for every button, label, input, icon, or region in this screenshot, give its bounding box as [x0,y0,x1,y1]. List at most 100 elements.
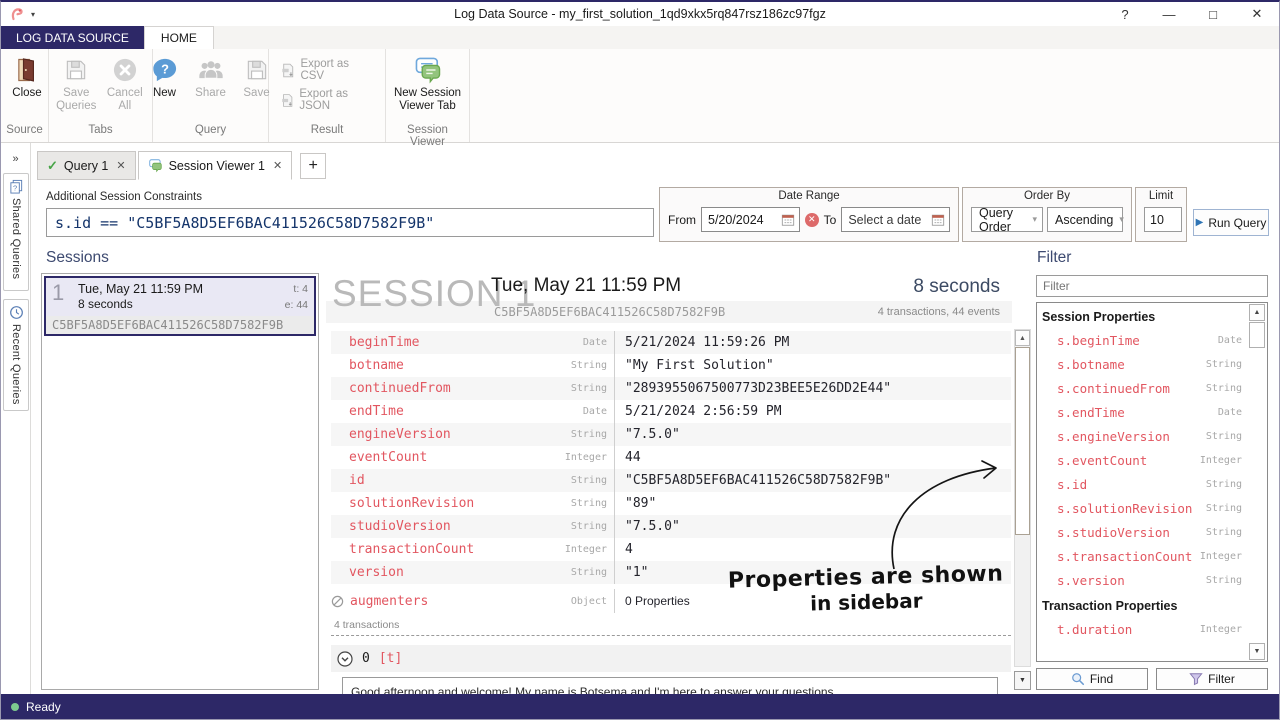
help-button[interactable]: ? [1103,2,1147,26]
constraints-input[interactable] [46,208,654,237]
session-detail-duration: 8 seconds [913,276,1000,298]
maximize-button[interactable]: □ [1191,2,1235,26]
add-tab-button[interactable]: + [300,153,326,179]
property-row: continuedFromString"2893955067500773D23B… [331,377,1011,400]
export-json-button[interactable]: Export as JSON [281,88,373,112]
filter-input[interactable] [1036,275,1268,297]
close-tab-icon[interactable]: ✕ [273,159,282,172]
from-date-input[interactable]: 5/20/2024 [701,207,800,232]
export-csv-button[interactable]: Export as CSV [281,58,373,82]
close-button[interactable]: Close [5,52,49,103]
cancel-all-button[interactable]: Cancel All [102,52,149,116]
property-row: solutionRevisionString"89" [331,492,1011,515]
calendar-icon[interactable] [931,213,945,227]
filter-property-row[interactable]: s.botnameString [1037,352,1267,376]
filter-property-row[interactable]: s.engineVersionString [1037,424,1267,448]
share-query-button[interactable]: Share [189,52,233,103]
expand-rail-icon[interactable]: » [1,153,30,165]
clear-date-icon[interactable]: ✕ [805,213,819,227]
property-row: eventCountInteger44 [331,446,1011,469]
filter-header: Filter [1037,249,1071,267]
scroll-down-icon[interactable]: ▼ [1249,643,1265,660]
filter-button[interactable]: Filter [1156,668,1268,690]
session-date: Tue, May 21 11:59 PM [78,282,285,296]
to-date-input[interactable]: Select a date [841,207,950,232]
filter-property-row[interactable]: s.solutionRevisionString [1037,496,1267,520]
close-window-button[interactable]: ✕ [1235,2,1279,26]
constraints-label: Additional Session Constraints [46,191,202,203]
transactions-count-label: 4 transactions [334,619,399,631]
order-field-select[interactable]: Query Order ▾ [971,207,1043,232]
tab-query-1[interactable]: ✓ Query 1 ✕ [37,151,136,180]
filter-property-row[interactable]: s.versionString [1037,568,1267,592]
tab-log-data-source[interactable]: LOG DATA SOURCE [1,26,144,49]
status-dot-icon [11,703,19,711]
save-queries-button[interactable]: Save Queries [53,52,100,116]
filter-property-row[interactable]: s.idString [1037,472,1267,496]
title-bar: ▾ Log Data Source - my_first_solution_1q… [1,2,1279,26]
close-tab-icon[interactable]: ✕ [116,159,125,172]
play-icon: ▶ [1196,217,1204,228]
property-row: studioVersionString"7.5.0" [331,515,1011,538]
scroll-up-icon[interactable]: ▲ [1249,304,1265,321]
scroll-up-icon[interactable]: ▲ [1015,330,1030,346]
session-detail-meta: 4 transactions, 44 events [878,306,1000,318]
empty-object-icon [331,595,344,608]
detail-scrollbar[interactable]: ▲ [1014,329,1031,667]
ribbon-tab-strip: LOG DATA SOURCE HOME [1,26,1279,49]
sessions-header: Sessions [46,249,109,267]
filter-property-row[interactable]: s.studioVersionString [1037,520,1267,544]
transaction-expander[interactable]: 0 [t] [331,645,1011,672]
app-window: ▾ Log Data Source - my_first_solution_1q… [0,0,1280,720]
cancel-circle-icon [110,55,140,85]
new-session-viewer-tab-button[interactable]: New Session Viewer Tab [390,52,465,116]
transaction-index: 0 [362,651,370,666]
tab-session-viewer-1[interactable]: Session Viewer 1 ✕ [138,151,293,180]
filter-property-row[interactable]: s.beginTimeDate [1037,328,1267,352]
order-direction-select[interactable]: Ascending ▾ [1047,207,1123,232]
filter-property-row[interactable]: s.eventCountInteger [1037,448,1267,472]
floppy-disk-icon [242,55,272,85]
recent-queries-tab[interactable]: Recent Queries [3,299,29,411]
scrollbar-thumb[interactable] [1249,322,1265,348]
chat-bubbles-icon [413,55,443,85]
property-row: idString"C5BF5A8D5EF6BAC411526C58D7582F9… [331,469,1011,492]
property-row: endTimeDate5/21/2024 2:56:59 PM [331,400,1011,423]
calendar-icon[interactable] [781,213,795,227]
filter-property-row[interactable]: t.durationInteger [1037,617,1267,641]
svg-text:?: ? [161,62,169,77]
order-by-group: Order By Query Order ▾ Ascending ▾ [962,187,1132,242]
search-icon [1071,672,1085,686]
tab-home[interactable]: HOME [144,26,214,49]
ribbon-group-source: Close Source [1,49,49,142]
minimize-button[interactable]: — [1147,2,1191,26]
ribbon-group-result: Export as CSV Export as JSON Result [269,49,386,142]
transaction-tag: [t] [379,651,402,666]
status-text: Ready [26,700,61,714]
filter-list-scrollbar[interactable]: ▲ ▼ [1249,304,1266,660]
session-list-item[interactable]: 1 Tue, May 21 11:59 PM 8 seconds t: 4 e:… [44,276,316,336]
property-row: botnameString"My First Solution" [331,354,1011,377]
limit-input[interactable] [1144,207,1182,232]
property-table: beginTimeDate5/21/2024 11:59:26 PM botna… [331,331,1011,584]
funnel-icon [1189,672,1203,686]
new-query-button[interactable]: ? New [143,52,187,103]
run-query-button[interactable]: ▶ Run Query [1193,209,1269,236]
preview-dropdown-button[interactable]: ▼ [1014,671,1031,690]
scrollbar-thumb[interactable] [1015,347,1030,535]
ribbon-group-query: ? New Share [153,49,269,142]
filter-property-row[interactable]: s.continuedFromString [1037,376,1267,400]
question-bubble-icon: ? [150,55,180,85]
property-row: versionString"1" [331,561,1011,584]
ribbon-group-tabs: Save Queries Cancel All Tabs [49,49,153,142]
dashed-separator [331,635,1011,636]
people-icon [196,55,226,85]
expand-circle-icon[interactable] [337,651,353,667]
find-button[interactable]: Find [1036,668,1148,690]
document-tab-strip: ✓ Query 1 ✕ Session Viewer 1 ✕ + [31,147,1279,180]
filter-property-row[interactable]: s.endTimeDate [1037,400,1267,424]
session-index: 1 [52,282,78,314]
ribbon: Close Source Save Queries [1,49,1279,143]
filter-property-row[interactable]: s.transactionCountInteger [1037,544,1267,568]
shared-queries-tab[interactable]: ? Shared Queries [3,173,29,291]
